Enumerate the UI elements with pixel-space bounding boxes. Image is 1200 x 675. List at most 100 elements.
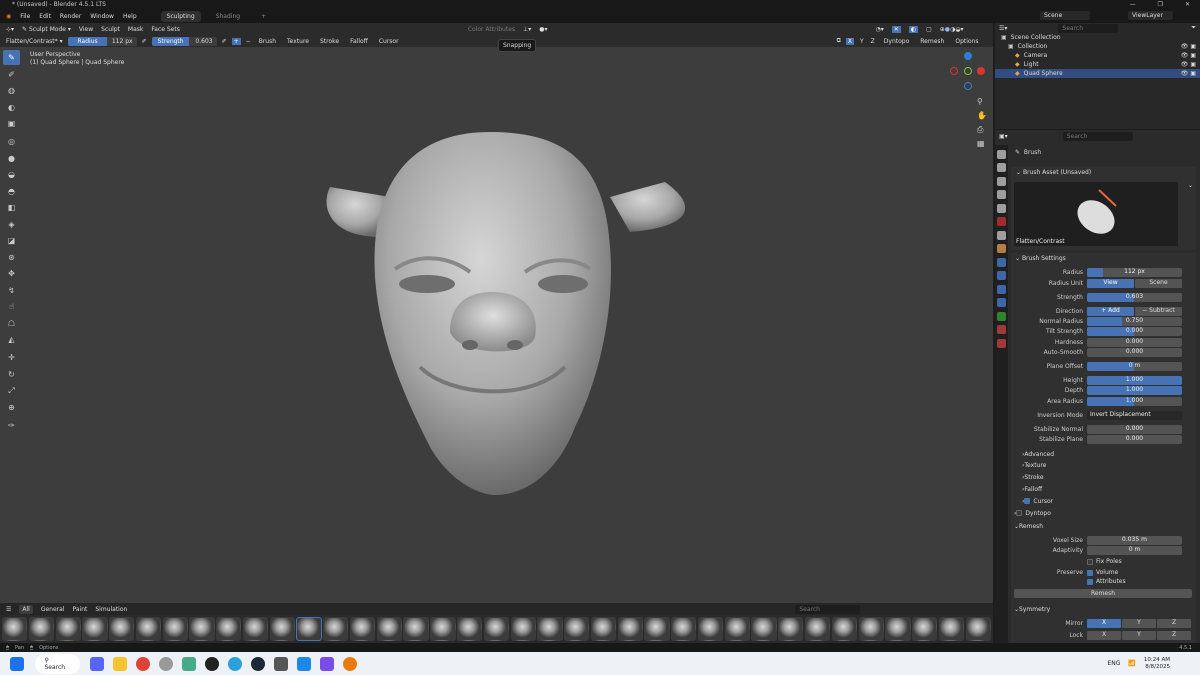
radius-field[interactable]: 112 px <box>106 36 137 46</box>
shelf-search-input[interactable]: Search <box>795 604 861 614</box>
properties-editor-icon[interactable]: ▣▾ <box>999 133 1008 140</box>
menu-edit[interactable]: Edit <box>39 13 51 20</box>
brush-thumbnail[interactable] <box>778 617 804 641</box>
visibility-eye-icon[interactable]: 👁 ▣ <box>1181 43 1196 50</box>
tool-draw-icon[interactable]: ✎ <box>3 50 20 65</box>
mirror-y-toggle[interactable]: Y <box>1122 619 1156 628</box>
menu-help[interactable]: Help <box>123 13 137 20</box>
brush-selector[interactable]: Flatten/Contrast* ▾ <box>6 38 63 45</box>
shelf-tab-all[interactable]: All <box>19 604 33 614</box>
shading-modes[interactable]: ⊕●◑◒▾ <box>940 26 964 33</box>
game-icon[interactable] <box>182 656 196 671</box>
zoom-icon[interactable]: ⚲ <box>977 95 987 109</box>
properties-tab-icon[interactable] <box>997 271 1006 280</box>
properties-tab-icon[interactable] <box>997 190 1006 199</box>
property-field[interactable]: 112 px <box>1087 268 1182 277</box>
cursor-menu[interactable]: Cursor <box>376 37 402 46</box>
gizmo-icon[interactable]: ✕ <box>891 25 901 33</box>
strength-field[interactable]: 0.603 <box>188 36 217 46</box>
brush-thumbnail[interactable] <box>457 617 483 641</box>
3d-viewport[interactable] <box>0 47 993 603</box>
brush-thumbnail[interactable] <box>28 617 55 641</box>
brush-thumbnail[interactable] <box>55 617 81 641</box>
app2-icon[interactable] <box>320 656 334 671</box>
properties-tab-icon[interactable] <box>997 284 1006 294</box>
workspace-tab-shading[interactable]: Shading <box>210 11 246 22</box>
app-icon[interactable] <box>159 656 173 671</box>
outliner-item[interactable]: ◆ Light 👁 ▣ <box>995 60 1200 69</box>
property-field[interactable]: 0.000 <box>1087 435 1182 444</box>
menu-file[interactable]: File <box>20 13 30 20</box>
symmetry-panel[interactable]: ⌄ Symmetry <box>1014 604 1194 614</box>
brush-thumbnail[interactable] <box>109 617 135 641</box>
tool-mask-icon[interactable]: ◭ <box>3 332 20 347</box>
voxel-size-field[interactable]: 0.035 m <box>1087 536 1182 545</box>
brush-thumbnail[interactable] <box>751 617 777 641</box>
brush-thumbnail[interactable] <box>269 617 295 641</box>
properties-tab-icon[interactable] <box>997 230 1006 240</box>
dyntopo-panel[interactable]: › Dyntopo <box>1014 508 1194 518</box>
brush-thumbnail[interactable] <box>296 617 322 641</box>
ortho-grid-icon[interactable]: ▦ <box>977 137 987 151</box>
shelf-tab-paint[interactable]: Paint <box>73 606 88 613</box>
brush-thumbnail[interactable] <box>537 617 563 641</box>
property-field[interactable]: 0.000 <box>1087 338 1182 347</box>
tool-transform-icon[interactable]: ⊕ <box>3 400 20 415</box>
adaptivity-field[interactable]: 0 m <box>1087 546 1182 555</box>
mirror-z-toggle[interactable]: Z <box>870 38 876 45</box>
scene-field[interactable]: Scene <box>1040 11 1090 20</box>
subpanel-texture[interactable]: › Texture <box>1014 460 1194 470</box>
dyntopo-menu[interactable]: Dyntopo <box>881 37 912 46</box>
telegram-icon[interactable] <box>228 656 242 671</box>
menu-face-sets[interactable]: Face Sets <box>151 26 179 33</box>
overlay-icon[interactable]: ◐ <box>908 25 919 33</box>
mode-dropdown[interactable]: ✎ Sculpt Mode ▾ <box>22 26 71 33</box>
properties-tab-icon[interactable] <box>997 325 1006 334</box>
segment-option[interactable]: − Subtract <box>1135 307 1182 316</box>
tool-flatten-icon[interactable]: ◧ <box>3 200 20 215</box>
visibility-eye-icon[interactable]: 👁 ▣ <box>1181 52 1196 59</box>
brush-thumbnail[interactable] <box>724 617 750 641</box>
brush-thumbnail[interactable] <box>216 617 242 641</box>
brush-thumbnail[interactable] <box>831 617 857 641</box>
brush-thumbnail[interactable] <box>858 617 884 641</box>
tool-clay-icon[interactable]: ◍ <box>3 83 20 98</box>
properties-tab-icon[interactable] <box>997 149 1006 159</box>
taskbar-search[interactable]: ⚲ Search <box>34 653 80 674</box>
outliner-search-input[interactable]: Search <box>1058 23 1119 33</box>
properties-search-input[interactable]: Search <box>1062 132 1133 141</box>
brush-settings-header[interactable]: ⌄ Brush Settings <box>1015 255 1066 262</box>
inversion-mode-select[interactable]: Invert Displacement <box>1087 411 1182 420</box>
z-axis-icon[interactable] <box>964 52 972 60</box>
start-icon[interactable] <box>10 656 24 671</box>
add-workspace-button[interactable]: + <box>255 11 272 22</box>
subtract-direction-button[interactable]: − <box>246 38 251 45</box>
brush-thumbnail[interactable] <box>590 617 617 641</box>
preserve-volume-checkbox[interactable] <box>1087 569 1093 576</box>
fix-poles-checkbox[interactable] <box>1087 558 1093 565</box>
property-field[interactable]: 0 m <box>1087 362 1182 371</box>
tool-pose-icon[interactable]: ☖ <box>3 316 20 331</box>
shelf-tab-simulation[interactable]: Simulation <box>95 606 127 613</box>
preserve-attributes-checkbox[interactable] <box>1087 578 1093 585</box>
tool-draw-sharp-icon[interactable]: ✐ <box>3 67 20 82</box>
brush-thumbnail[interactable] <box>242 617 269 641</box>
mirror-x-toggle[interactable]: X <box>845 37 854 45</box>
subpanel-falloff[interactable]: › Falloff <box>1014 484 1194 494</box>
properties-tab-icon[interactable] <box>997 203 1006 213</box>
lock-z-toggle[interactable]: Z <box>1157 631 1191 640</box>
brush-thumbnail[interactable] <box>323 617 349 641</box>
menu-mask[interactable]: Mask <box>128 26 143 33</box>
brush-asset-header[interactable]: ⌄ Brush Asset (Unsaved) <box>1011 167 1196 178</box>
proportional-icon[interactable]: ●▾ <box>539 26 547 33</box>
subpanel-cursor[interactable]: › Cursor <box>1014 496 1194 506</box>
menu-render[interactable]: Render <box>60 13 81 20</box>
properties-tab-icon[interactable] <box>997 217 1006 226</box>
properties-tab-icon[interactable] <box>997 298 1006 307</box>
shelf-tab-general[interactable]: General <box>41 606 65 613</box>
property-field[interactable]: 1.000 <box>1087 386 1182 395</box>
subpanel-advanced[interactable]: › Advanced <box>1014 449 1194 459</box>
property-field[interactable]: 0.750 <box>1087 317 1182 326</box>
tool-scrape-icon[interactable]: ◪ <box>3 233 20 248</box>
add-direction-button[interactable]: + <box>231 37 241 45</box>
